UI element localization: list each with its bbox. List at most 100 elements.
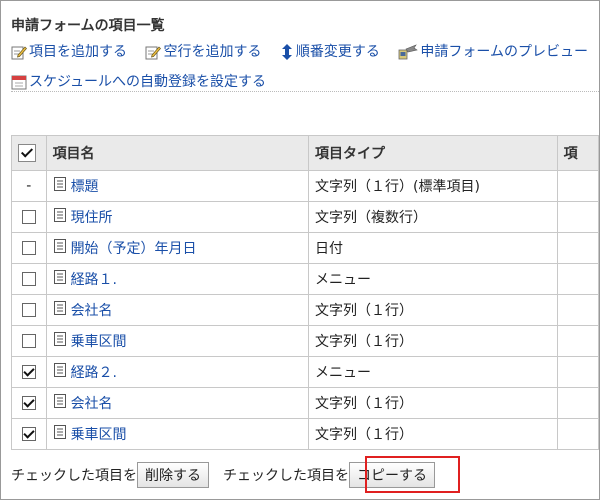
header-extra: 項 [556, 135, 599, 171]
divider [11, 91, 599, 92]
delete-button[interactable]: 削除する [137, 462, 209, 488]
row-checkbox[interactable] [21, 241, 36, 255]
item-name-link[interactable]: 会社名 [71, 396, 113, 412]
document-icon [53, 207, 67, 227]
row-checkbox[interactable] [21, 272, 36, 286]
table-row: - 標題 文字列（１行）(標準項目) [11, 170, 599, 202]
item-type-cell: 文字列（複数行） [308, 201, 558, 233]
item-name-cell: 標題 [45, 170, 310, 202]
extra-cell [556, 387, 599, 419]
updown-arrow-icon [281, 44, 292, 60]
item-name-link[interactable]: 乗車区間 [71, 334, 127, 350]
extra-cell [556, 232, 599, 264]
row-checkbox-cell[interactable] [11, 263, 47, 295]
item-name-cell: 経路１. [45, 263, 310, 295]
document-icon [53, 238, 67, 258]
row-checkbox-cell[interactable] [11, 387, 47, 419]
items-table: 項目名 項目タイプ 項 - 標題 文字列（１行）(標準項目) 現住所 文字列（複数行）開… [11, 135, 599, 450]
row-checkbox-cell[interactable] [11, 201, 47, 233]
row-checkbox-cell[interactable] [11, 418, 47, 450]
extra-cell [556, 263, 599, 295]
calendar-icon [11, 75, 27, 90]
item-type-cell: 文字列（１行） [308, 387, 558, 419]
extra-cell [556, 418, 599, 450]
item-name-cell: 乗車区間 [45, 418, 310, 450]
item-name-link[interactable]: 乗車区間 [71, 427, 127, 443]
edit-icon [11, 46, 27, 60]
copy-button-highlight [365, 456, 460, 493]
item-type-cell: 文字列（１行） [308, 418, 558, 450]
item-name-cell: 経路２. [45, 356, 310, 388]
add-blank-row-label: 空行を追加する [163, 44, 262, 60]
items-table-body: - 標題 文字列（１行）(標準項目) 現住所 文字列（複数行） 開始（予定）年月日 日付 経路… [11, 170, 599, 450]
document-icon [53, 269, 67, 289]
table-row: 乗車区間 文字列（１行） [11, 325, 599, 357]
document-icon [53, 176, 67, 196]
document-icon [53, 362, 67, 382]
form-items-panel: 申請フォームの項目一覧 項目を追加する 空行を追加する 順番変更する 申請フォー… [0, 0, 600, 500]
item-name-link[interactable]: 現住所 [71, 210, 113, 226]
extra-cell [556, 170, 599, 202]
action-links: 項目を追加する 空行を追加する 順番変更する 申請フォームのプレビュー スケジュ… [11, 39, 599, 99]
extra-cell [556, 356, 599, 388]
page-title: 申請フォームの項目一覧 [11, 18, 165, 34]
table-row: 現住所 文字列（複数行） [11, 201, 599, 233]
add-blank-row-link[interactable]: 空行を追加する [145, 39, 261, 65]
table-row: 経路１. メニュー [11, 263, 599, 295]
form-preview-label: 申請フォームのプレビュー [420, 44, 588, 60]
item-name-cell: 乗車区間 [45, 325, 310, 357]
row-checkbox[interactable] [21, 427, 36, 441]
item-name-cell: 現住所 [45, 201, 310, 233]
header-item-type: 項目タイプ [308, 135, 558, 171]
row-dash: - [26, 178, 32, 194]
table-header-row: 項目名 項目タイプ 項 [11, 135, 599, 171]
copy-prompt: チェックした項目を [223, 468, 349, 484]
row-checkbox[interactable] [21, 334, 36, 348]
table-row: 開始（予定）年月日 日付 [11, 232, 599, 264]
row-checkbox[interactable] [21, 210, 36, 224]
row-checkbox[interactable] [21, 365, 36, 379]
document-icon [53, 393, 67, 413]
item-type-cell: 日付 [308, 232, 558, 264]
document-icon [53, 331, 67, 351]
item-name-cell: 会社名 [45, 294, 310, 326]
delete-prompt: チェックした項目を [11, 468, 137, 484]
extra-cell [556, 294, 599, 326]
table-row: 会社名 文字列（１行） [11, 294, 599, 326]
row-checkbox-cell[interactable] [11, 356, 47, 388]
item-type-cell: メニュー [308, 356, 558, 388]
row-checkbox[interactable] [21, 303, 36, 317]
item-type-cell: メニュー [308, 263, 558, 295]
select-all-checkbox-cell[interactable] [11, 135, 47, 171]
item-type-cell: 文字列（１行）(標準項目) [308, 170, 558, 202]
item-name-link[interactable]: 会社名 [71, 303, 113, 319]
item-name-link[interactable]: 開始（予定）年月日 [71, 241, 197, 257]
row-checkbox-cell: - [11, 170, 47, 202]
document-icon [53, 300, 67, 320]
table-row: 会社名 文字列（１行） [11, 387, 599, 419]
add-item-label: 項目を追加する [29, 44, 127, 60]
select-all-checkbox[interactable] [18, 144, 36, 162]
row-checkbox-cell[interactable] [11, 294, 47, 326]
extra-cell [556, 201, 599, 233]
row-checkbox[interactable] [21, 396, 36, 410]
item-type-cell: 文字列（１行） [308, 294, 558, 326]
add-item-link[interactable]: 項目を追加する [11, 39, 127, 65]
form-preview-link[interactable]: 申請フォームのプレビュー [398, 39, 588, 65]
table-row: 経路２. メニュー [11, 356, 599, 388]
edit-icon [145, 46, 162, 60]
item-type-cell: 文字列（１行） [308, 325, 558, 357]
item-name-link[interactable]: 標題 [71, 179, 99, 195]
extra-cell [556, 325, 599, 357]
document-icon [53, 424, 67, 444]
row-checkbox-cell[interactable] [11, 325, 47, 357]
item-name-link[interactable]: 経路１. [71, 272, 117, 288]
reorder-label: 順番変更する [295, 44, 380, 60]
item-name-link[interactable]: 経路２. [71, 365, 117, 381]
preview-icon [398, 44, 419, 60]
header-item-name: 項目名 [45, 135, 310, 171]
row-checkbox-cell[interactable] [11, 232, 47, 264]
item-name-cell: 会社名 [45, 387, 310, 419]
reorder-link[interactable]: 順番変更する [280, 39, 380, 65]
item-name-cell: 開始（予定）年月日 [45, 232, 310, 264]
